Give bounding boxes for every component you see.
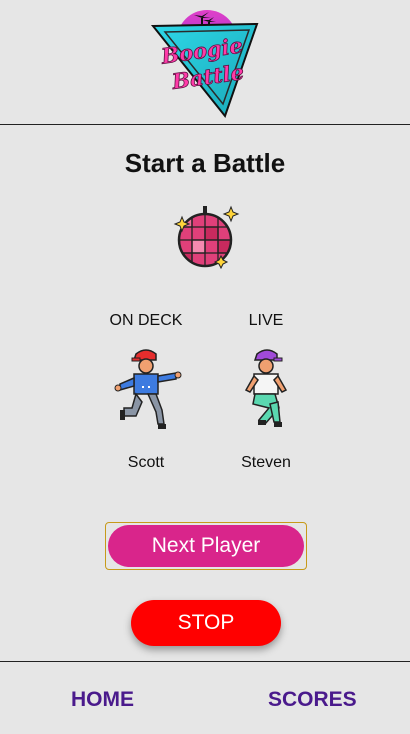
dancer-icon xyxy=(114,349,182,429)
nav-home-link[interactable]: HOME xyxy=(71,688,134,712)
page-title: Start a Battle xyxy=(124,148,286,178)
on-deck-slot: ON DECK Scott xyxy=(86,312,206,472)
boogie-battle-logo: Boogie Battle xyxy=(150,10,259,119)
live-label: LIVE xyxy=(248,312,284,329)
dancer-icon xyxy=(244,349,288,427)
stop-button[interactable]: STOP xyxy=(131,600,281,646)
footer-nav: HOME SCORES xyxy=(0,661,410,734)
header: Boogie Battle xyxy=(0,0,410,125)
disco-ball-icon xyxy=(173,205,240,270)
live-slot: LIVE Steven xyxy=(206,312,326,472)
next-player-button[interactable]: Next Player xyxy=(108,525,304,567)
on-deck-player-name: Scott xyxy=(127,454,165,471)
on-deck-label: ON DECK xyxy=(109,312,183,329)
nav-scores-link[interactable]: SCORES xyxy=(268,688,357,712)
live-player-name: Steven xyxy=(241,454,291,471)
next-player-focus-ring: Next Player xyxy=(105,522,307,570)
